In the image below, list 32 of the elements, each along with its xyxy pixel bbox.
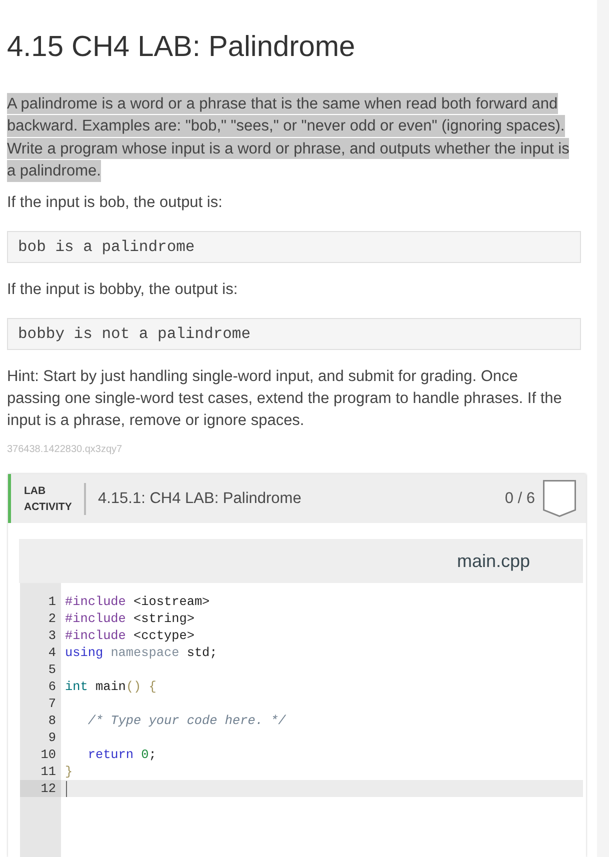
line-number: 1 bbox=[47, 593, 57, 610]
example-prompt: If the input is bob, the output is: bbox=[7, 193, 222, 213]
reference-id: 376438.1422830.qx3zqy7 bbox=[7, 443, 122, 457]
activity-type-label: LAB ACTIVITY bbox=[24, 484, 73, 514]
line-number: 10 bbox=[40, 746, 57, 763]
text-cursor-icon bbox=[66, 780, 67, 796]
line-number: 2 bbox=[47, 610, 57, 627]
line-number: 3 bbox=[47, 627, 57, 644]
score-text: 0 / 6 bbox=[504, 490, 535, 508]
line-number: 9 bbox=[47, 729, 57, 746]
activity-title: 4.15.1: CH4 LAB: Palindrome bbox=[98, 490, 302, 508]
code-line: #include <cctype> bbox=[65, 627, 194, 644]
sample-output: bobby is not a palindrome bbox=[7, 318, 581, 350]
code-line: using namespace std; bbox=[65, 644, 218, 661]
code-line: #include <iostream> bbox=[65, 593, 210, 610]
sample-output: bob is a palindrome bbox=[7, 231, 581, 263]
line-number: 8 bbox=[47, 712, 57, 729]
line-number: 11 bbox=[40, 763, 57, 780]
line-number: 5 bbox=[47, 661, 57, 678]
line-number: 12 bbox=[20, 780, 61, 797]
page-title: 4.15 CH4 LAB: Palindrome bbox=[7, 30, 356, 65]
example-prompt: If the input is bobby, the output is: bbox=[7, 280, 238, 300]
file-name-label: main.cpp bbox=[456, 550, 530, 572]
code-line: #include <string> bbox=[65, 610, 194, 627]
code-line: return 0; bbox=[86, 746, 156, 763]
line-number: 4 bbox=[47, 644, 57, 661]
code-line: int main() { bbox=[65, 678, 156, 695]
code-line: } bbox=[65, 763, 73, 780]
code-line: /* Type your code here. */ bbox=[86, 712, 286, 729]
hint-text: Hint: Start by just handling single-word input, and submit for grading. Once passing one single-word test cases, extend the program to handle phrases. If the input is a phrase, remove or ignore spaces. bbox=[7, 367, 563, 431]
line-number: 7 bbox=[47, 695, 57, 712]
line-number: 6 bbox=[47, 678, 57, 695]
